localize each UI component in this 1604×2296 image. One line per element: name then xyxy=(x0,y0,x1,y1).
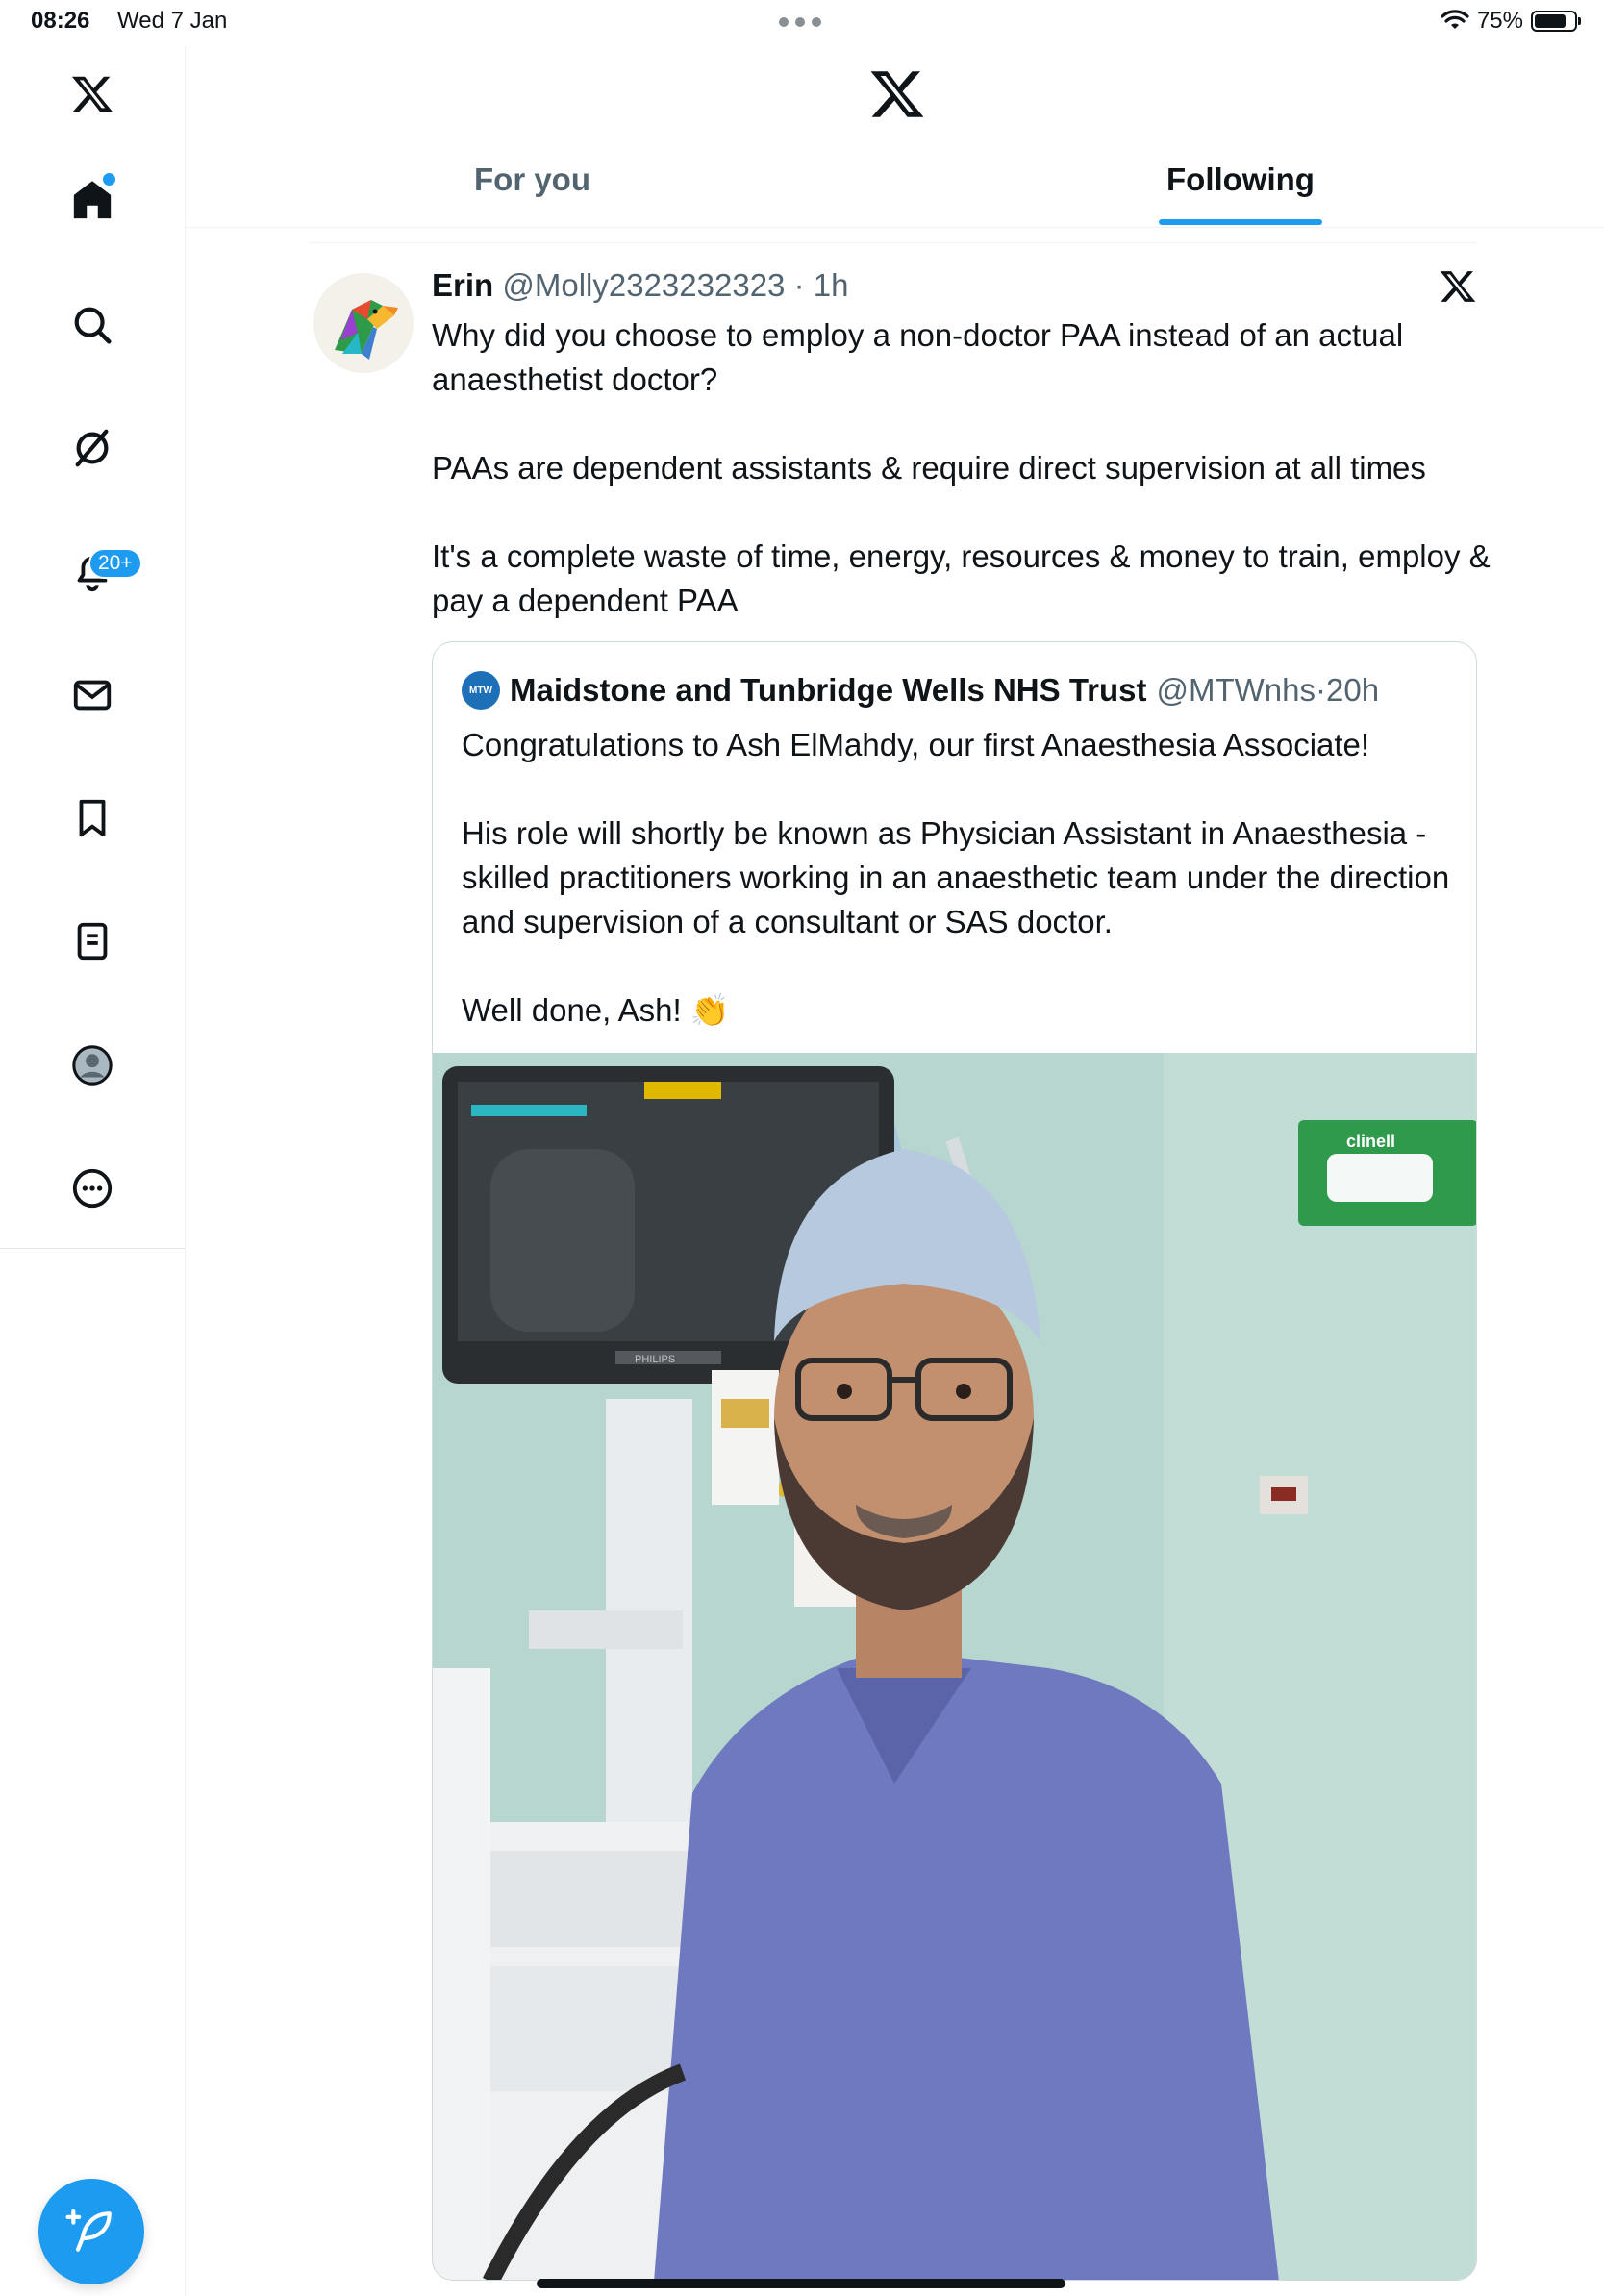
tweet-paragraph: It's a complete waste of time, energy, r… xyxy=(432,538,1491,618)
feather-plus-icon xyxy=(65,2209,112,2252)
compose-button[interactable] xyxy=(38,2179,144,2284)
feed-divider xyxy=(310,242,1478,243)
sidebar-item-more[interactable] xyxy=(54,1150,131,1227)
quoted-author-name[interactable]: Maidstone and Tunbridge Wells NHS Trust xyxy=(510,672,1147,709)
quoted-tweet[interactable]: MTW Maidstone and Tunbridge Wells NHS Tr… xyxy=(432,641,1477,2281)
status-time: 08:26 xyxy=(31,8,90,34)
timeline-header: For you Following xyxy=(186,46,1604,228)
home-indicator[interactable] xyxy=(537,2279,1065,2288)
meta-separator: · xyxy=(785,267,814,303)
wipes-label: clinell xyxy=(1346,1132,1395,1151)
quoted-tweet-time[interactable]: 20h xyxy=(1326,672,1379,709)
wifi-icon xyxy=(1441,10,1469,29)
sidebar-item-search[interactable] xyxy=(54,287,131,363)
x-logo-icon[interactable] xyxy=(868,65,926,123)
sidebar-item-lists[interactable] xyxy=(54,903,131,980)
quoted-author-handle[interactable]: @MTWnhs xyxy=(1157,672,1316,709)
list-icon xyxy=(77,922,108,961)
sidebar-item-notifications[interactable]: 20+ xyxy=(54,533,142,610)
sidebar-divider xyxy=(0,1248,185,1249)
x-logo-icon xyxy=(1440,271,1476,302)
x-logo-icon[interactable] xyxy=(54,56,131,133)
tweet-paragraph: Why did you choose to employ a non-docto… xyxy=(432,317,1404,397)
quoted-paragraph: Congratulations to Ash ElMahdy, our firs… xyxy=(462,727,1370,762)
home-unread-dot xyxy=(101,171,117,187)
author-handle[interactable]: @Molly2323232323 xyxy=(502,267,785,303)
battery-percent: 75% xyxy=(1476,8,1523,34)
active-tab-indicator xyxy=(1159,219,1322,225)
sidebar-item-bookmarks[interactable] xyxy=(54,780,131,857)
tweet-text: Why did you choose to employ a non-docto… xyxy=(432,313,1499,667)
status-bar: 08:26 Wed 7 Jan 75% xyxy=(0,0,1604,46)
quoted-paragraph: His role will shortly be known as Physic… xyxy=(462,815,1450,939)
battery-icon xyxy=(1531,11,1581,32)
bookmark-icon xyxy=(79,799,106,837)
avatar[interactable] xyxy=(313,273,414,373)
status-date: Wed 7 Jan xyxy=(117,8,228,34)
monitor-label: PHILIPS xyxy=(635,1354,675,1365)
sidebar: 20+ xyxy=(0,46,186,2296)
quoted-tweet-photo[interactable]: clinell PHILIPS xyxy=(433,1053,1477,2281)
multitasking-dots-icon[interactable] xyxy=(779,17,821,27)
sidebar-item-home[interactable] xyxy=(54,162,131,238)
notifications-badge: 20+ xyxy=(88,548,142,579)
sidebar-item-profile[interactable] xyxy=(54,1027,131,1104)
quoted-tweet-header: MTW Maidstone and Tunbridge Wells NHS Tr… xyxy=(462,671,1379,710)
meta-separator: · xyxy=(1316,672,1326,708)
tab-following[interactable]: Following xyxy=(1166,162,1315,198)
more-circle-icon xyxy=(72,1168,113,1209)
quoted-paragraph: Well done, Ash! 👏 xyxy=(462,992,730,1028)
search-icon xyxy=(74,307,112,344)
envelope-icon xyxy=(73,680,112,711)
profile-avatar-icon xyxy=(72,1045,113,1086)
sidebar-item-messages[interactable] xyxy=(54,657,131,734)
sidebar-item-grok[interactable] xyxy=(54,410,131,487)
grok-icon xyxy=(75,429,109,467)
tweet-header: Erin @Molly2323232323 · 1h xyxy=(432,267,848,304)
author-name[interactable]: Erin xyxy=(432,267,493,303)
tweet-paragraph: PAAs are dependent assistants & require … xyxy=(432,450,1426,486)
quoted-tweet-text: Congratulations to Ash ElMahdy, our firs… xyxy=(462,723,1462,1077)
tab-for-you[interactable]: For you xyxy=(474,162,590,198)
tweet-time[interactable]: 1h xyxy=(814,267,849,303)
quoted-avatar[interactable]: MTW xyxy=(462,671,500,710)
